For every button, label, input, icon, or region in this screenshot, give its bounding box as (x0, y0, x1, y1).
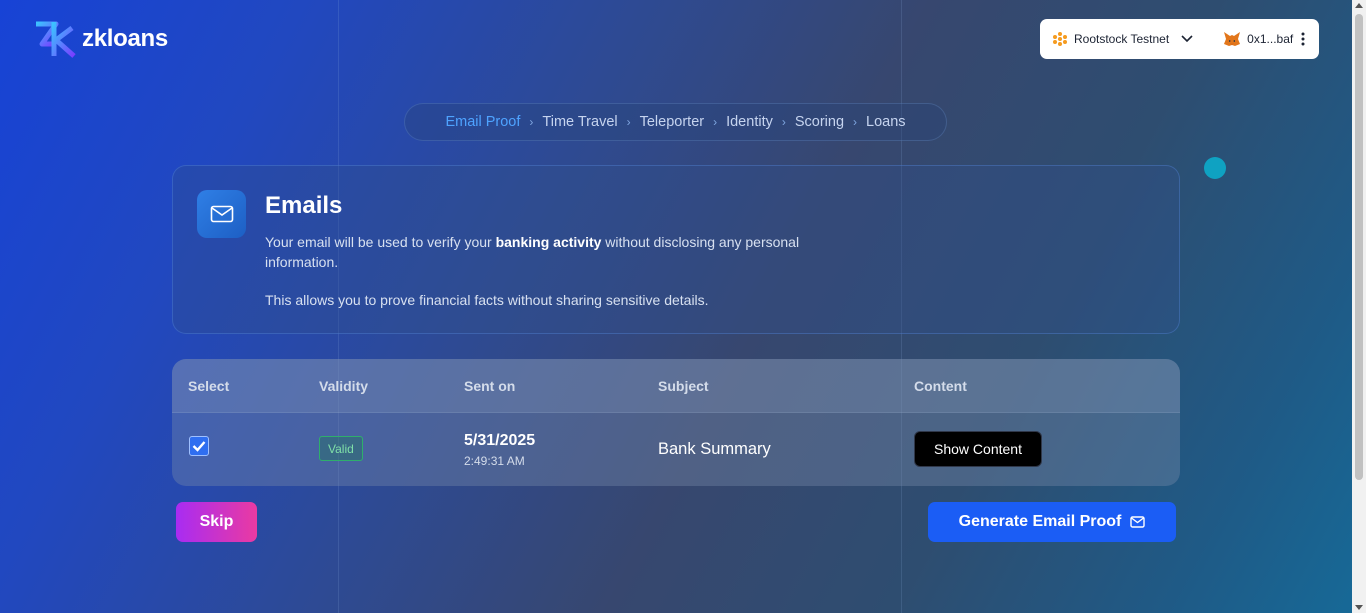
chevron-right-icon: › (781, 115, 786, 129)
more-options-icon[interactable] (1301, 32, 1305, 46)
show-content-button[interactable]: Show Content (914, 431, 1042, 467)
step-loans[interactable]: Loans (866, 114, 906, 130)
select-checkbox[interactable] (189, 436, 209, 456)
metamask-fox-icon (1224, 32, 1241, 46)
page-scrollbar[interactable] (1352, 0, 1366, 613)
chevron-right-icon: › (529, 115, 534, 129)
rootstock-icon (1053, 32, 1067, 46)
sent-date: 5/31/2025 (464, 432, 536, 449)
skip-button[interactable]: Skip (176, 502, 257, 542)
step-teleporter[interactable]: Teleporter (640, 114, 704, 130)
header-content: Content (914, 378, 967, 394)
decorative-dot (1204, 157, 1226, 179)
table-header: Select Validity Sent on Subject Content (172, 359, 1180, 413)
brand-name: zkloans (82, 25, 168, 52)
scroll-down-icon[interactable] (1355, 605, 1363, 610)
chevron-right-icon: › (626, 115, 631, 129)
generate-email-proof-button[interactable]: Generate Email Proof (928, 502, 1176, 542)
sent-time: 2:49:31 AM (464, 454, 525, 468)
step-time-travel[interactable]: Time Travel (542, 114, 617, 130)
step-breadcrumb: Email Proof › Time Travel › Teleporter ›… (404, 103, 947, 141)
header-subject: Subject (658, 378, 709, 394)
network-selector[interactable]: Rootstock Testnet (1052, 31, 1193, 47)
zk-logo-icon (36, 21, 76, 58)
emails-table: Select Validity Sent on Subject Content … (172, 359, 1180, 486)
account-button[interactable]: 0x1...baf (1223, 31, 1293, 47)
chevron-down-icon (1181, 35, 1193, 43)
validity-badge: Valid (319, 436, 363, 461)
wallet-panel: Rootstock Testnet 0x1...baf (1040, 19, 1319, 59)
step-identity[interactable]: Identity (726, 114, 773, 130)
generate-label: Generate Email Proof (958, 513, 1122, 530)
header-sent-on: Sent on (464, 378, 516, 394)
brand-logo[interactable]: zkloans (34, 20, 168, 58)
chevron-right-icon: › (853, 115, 858, 129)
network-name: Rootstock Testnet (1074, 32, 1170, 46)
step-email-proof[interactable]: Email Proof (445, 114, 520, 130)
emails-description: Your email will be used to verify your b… (265, 234, 800, 270)
scroll-up-icon[interactable] (1355, 3, 1363, 8)
checkmark-icon (192, 441, 206, 452)
emails-note: This allows you to prove financial facts… (265, 292, 709, 308)
header-validity: Validity (319, 378, 369, 394)
chevron-right-icon: › (713, 115, 718, 129)
step-scoring[interactable]: Scoring (795, 114, 844, 130)
header-select: Select (188, 378, 230, 394)
emails-info-card: Emails Your email will be used to verify… (172, 165, 1180, 334)
account-address: 0x1...baf (1247, 32, 1294, 46)
email-subject: Bank Summary (658, 440, 771, 458)
banking-activity-emphasis: banking activity (495, 234, 602, 250)
mail-icon (197, 190, 246, 238)
scrollbar-thumb[interactable] (1355, 14, 1363, 480)
emails-title: Emails (265, 192, 343, 219)
mail-icon (1130, 516, 1146, 528)
